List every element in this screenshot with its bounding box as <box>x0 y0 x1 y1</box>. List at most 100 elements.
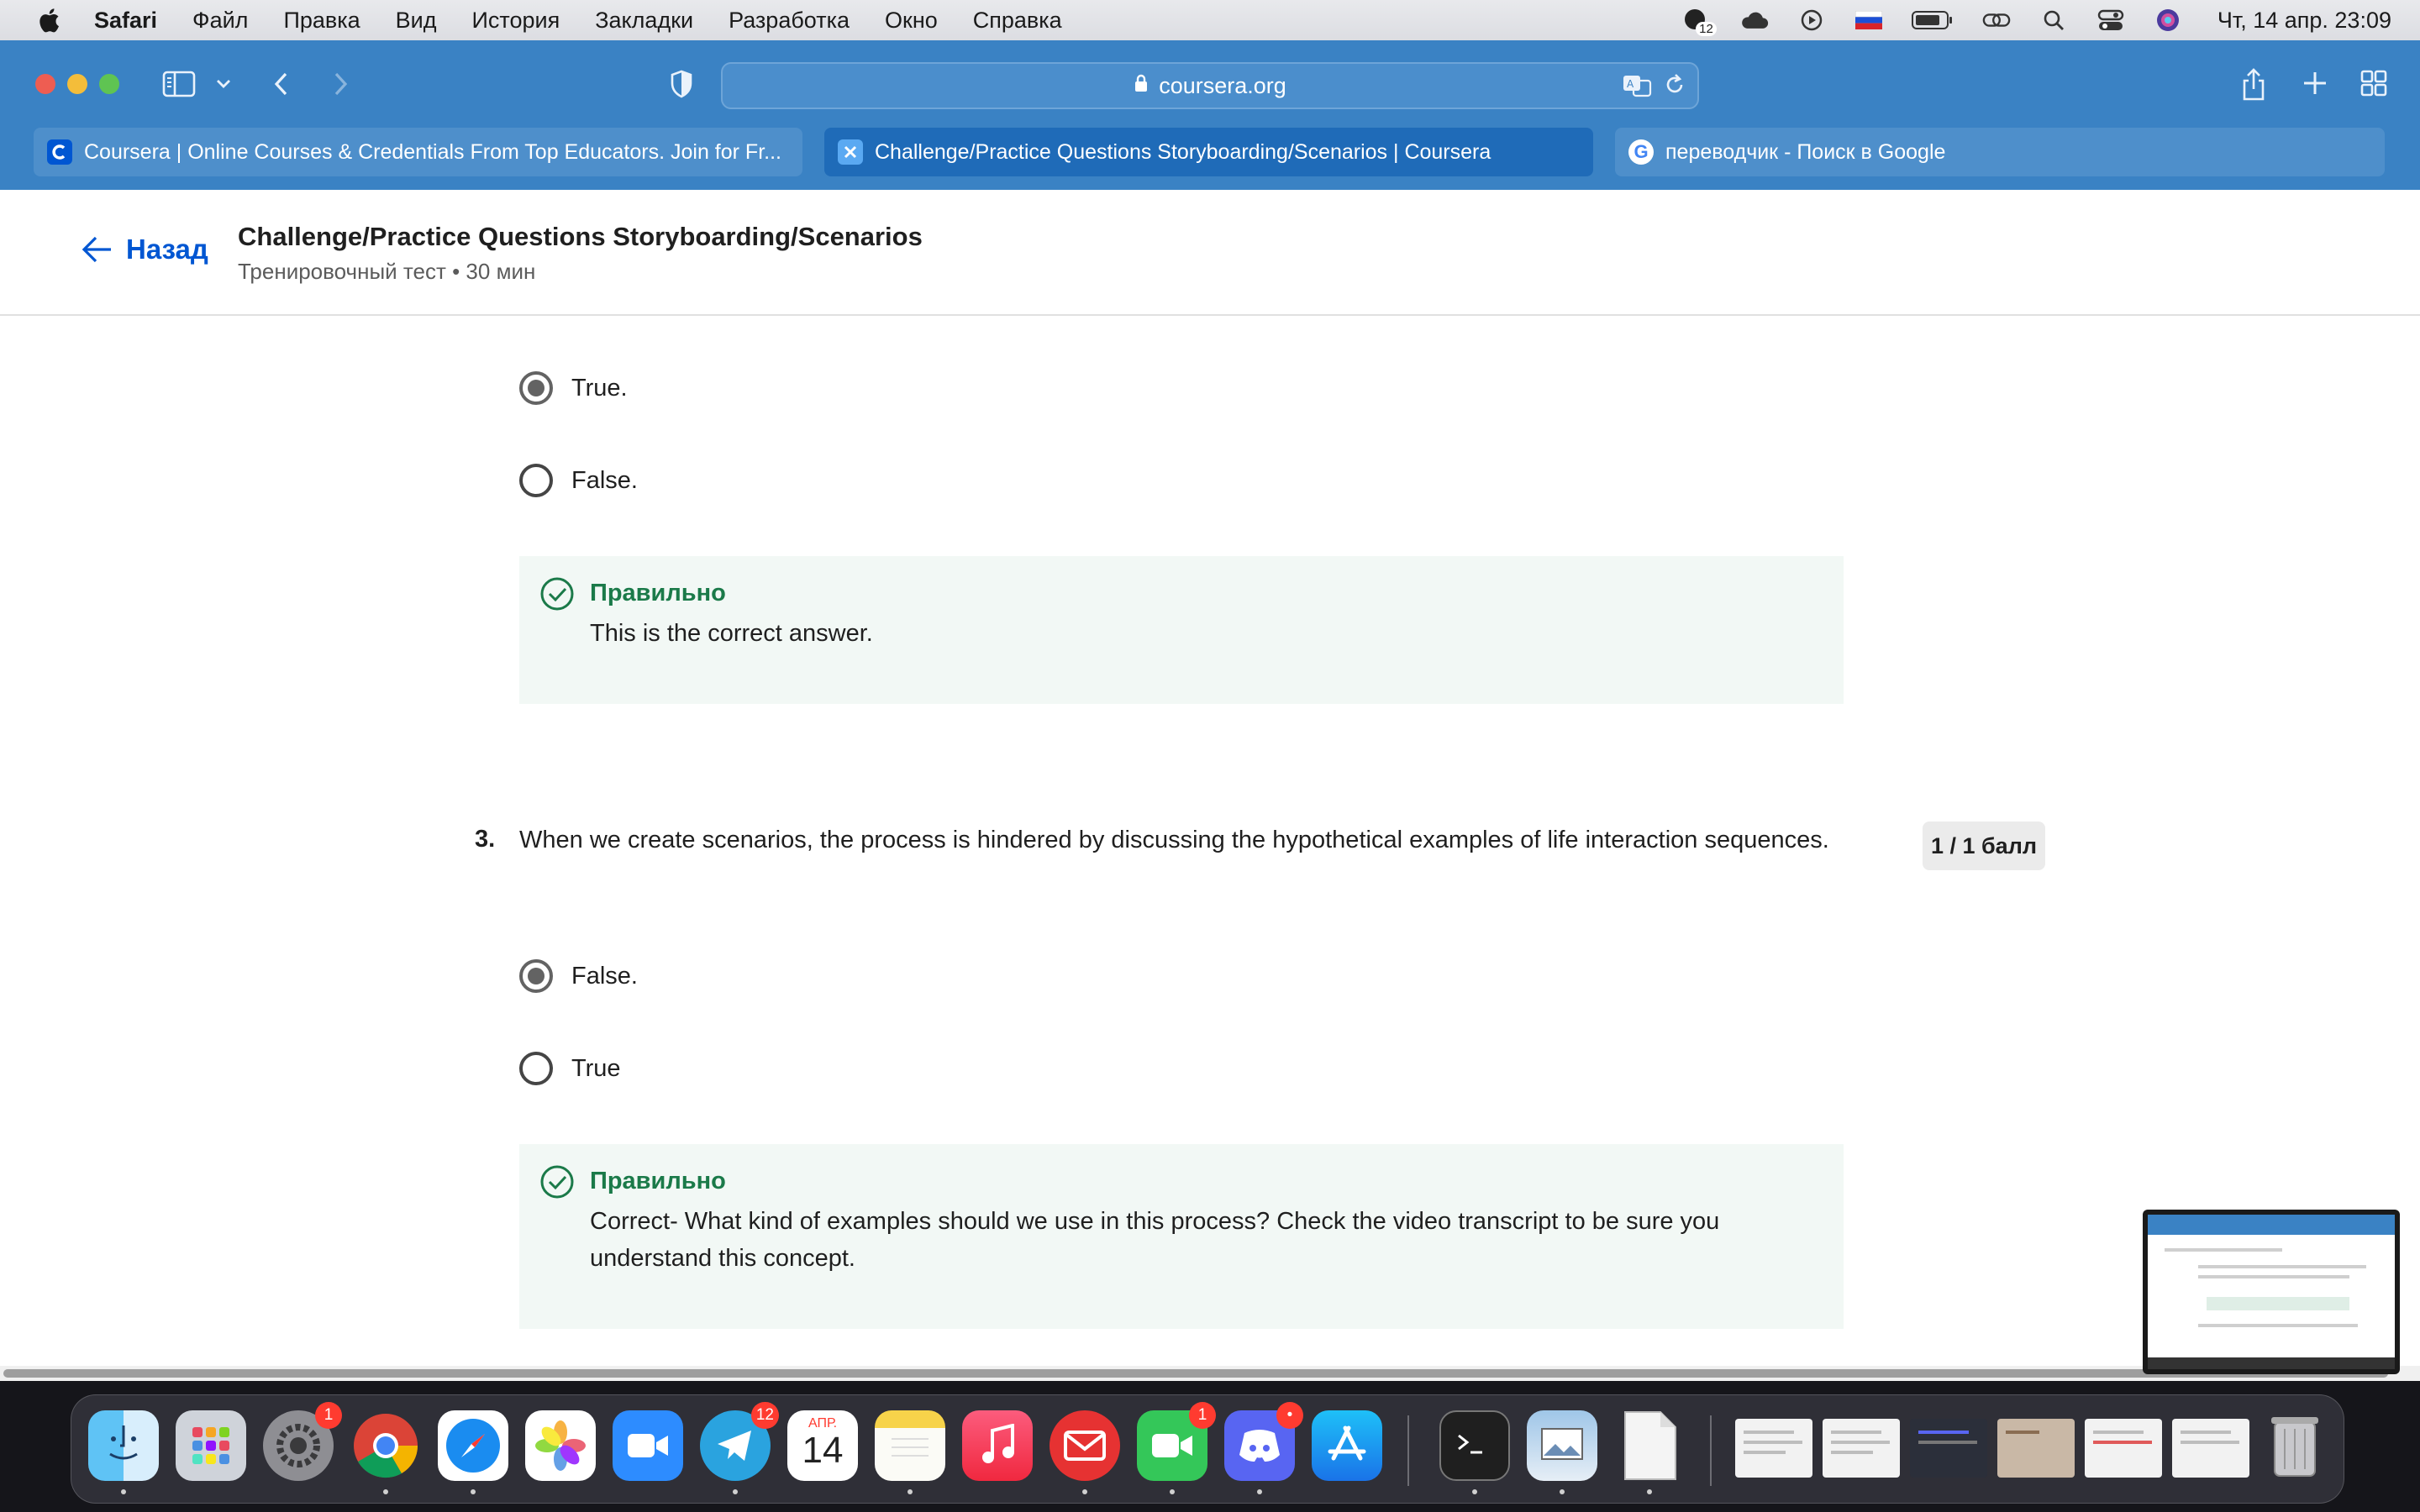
dock-separator <box>1407 1415 1409 1486</box>
dock-preview-icon[interactable] <box>1527 1410 1597 1481</box>
window-zoom-button[interactable] <box>99 74 119 94</box>
dock-safari-icon[interactable] <box>438 1410 508 1481</box>
tab-label: Coursera | Online Courses & Credentials … <box>84 139 781 164</box>
dock-music-icon[interactable] <box>962 1410 1033 1481</box>
status-tray: 12 Чт, 14 апр. 23:09 <box>1655 0 2420 40</box>
radio-selected[interactable] <box>519 959 553 993</box>
translate-icon[interactable]: A <box>1622 72 1652 105</box>
dock-facetime-icon[interactable]: 1 <box>1137 1402 1216 1481</box>
arrow-left-icon <box>82 236 111 263</box>
feedback-title: Правильно <box>590 580 726 606</box>
quiz-header: Назад Challenge/Practice Questions Story… <box>0 190 2420 316</box>
tray-app-icon[interactable]: 12 <box>1683 8 1717 36</box>
spotlight-search-icon[interactable] <box>2039 8 2068 33</box>
forward-arrow-icon[interactable] <box>329 71 353 97</box>
dock-mail-icon[interactable] <box>1050 1410 1120 1481</box>
dock-launchpad-icon[interactable] <box>176 1410 246 1481</box>
back-arrow-icon[interactable] <box>269 71 292 97</box>
menu-develop[interactable]: Разработка <box>729 8 850 34</box>
tab-overview-icon[interactable] <box>2360 69 2388 97</box>
apple-menu-icon[interactable] <box>35 6 60 34</box>
share-icon[interactable] <box>2238 66 2269 102</box>
svg-text:A: A <box>1627 78 1634 90</box>
dock-minimized-window[interactable] <box>1823 1419 1900 1478</box>
dock-system-settings-icon[interactable]: 1 <box>263 1402 342 1481</box>
notification-badge: • <box>1276 1402 1303 1429</box>
menu-file[interactable]: Файл <box>192 8 248 34</box>
radio-unselected[interactable] <box>519 464 553 497</box>
menu-view[interactable]: Вид <box>396 8 437 34</box>
q2-option-false[interactable]: False. <box>519 464 638 497</box>
q3-option-true[interactable]: True <box>519 1052 621 1085</box>
menu-bookmarks[interactable]: Закладки <box>595 8 693 34</box>
dock-discord-icon[interactable]: • <box>1224 1402 1303 1481</box>
dock-notes-icon[interactable] <box>875 1410 945 1481</box>
q2-option-true[interactable]: True. <box>519 371 628 405</box>
running-indicator <box>908 1489 913 1494</box>
tab-label: Challenge/Practice Questions Storyboardi… <box>875 139 1491 164</box>
privacy-shield-icon[interactable] <box>669 69 694 99</box>
running-indicator <box>1082 1489 1087 1494</box>
radio-selected[interactable] <box>519 371 553 405</box>
running-indicator <box>1170 1489 1175 1494</box>
window-close-button[interactable] <box>35 74 55 94</box>
battery-icon[interactable] <box>1911 8 1954 33</box>
dock-app-store-icon[interactable] <box>1312 1410 1382 1481</box>
dock-minimized-window[interactable] <box>1997 1419 2075 1478</box>
feedback-text: Correct- What kind of examples should we… <box>590 1208 1720 1272</box>
notification-badge: 1 <box>315 1402 342 1429</box>
dock-terminal-icon[interactable] <box>1439 1410 1510 1481</box>
tab-practice-questions[interactable]: Challenge/Practice Questions Storyboardi… <box>824 128 1593 176</box>
dock-document-icon[interactable] <box>1614 1410 1685 1481</box>
menu-app-name[interactable]: Safari <box>94 8 157 34</box>
dock-separator <box>1710 1415 1712 1486</box>
dock-telegram-icon[interactable]: 12 <box>700 1402 779 1481</box>
screenshot-preview-thumbnail[interactable] <box>2143 1210 2400 1374</box>
control-center-icon[interactable] <box>2096 8 2125 33</box>
chevron-down-icon[interactable] <box>213 74 234 94</box>
menu-history[interactable]: История <box>472 8 560 34</box>
tab-google-translate-search[interactable]: G переводчик - Поиск в Google <box>1615 128 2385 176</box>
dock-trash-icon[interactable] <box>2260 1410 2330 1481</box>
siri-icon[interactable] <box>2154 8 2182 33</box>
window-minimize-button[interactable] <box>67 74 87 94</box>
new-tab-plus-icon[interactable] <box>2301 69 2329 97</box>
dock-zoom-icon[interactable] <box>613 1410 683 1481</box>
horizontal-scrollbar[interactable] <box>0 1366 2420 1381</box>
dock-minimized-window[interactable] <box>1735 1419 1812 1478</box>
option-label: True. <box>571 374 628 402</box>
radio-unselected[interactable] <box>519 1052 553 1085</box>
menu-help[interactable]: Справка <box>973 8 1062 34</box>
menu-edit[interactable]: Правка <box>283 8 360 34</box>
coursera-favicon-icon <box>47 139 72 165</box>
link-icon[interactable] <box>1982 8 2011 33</box>
scrollbar-thumb[interactable] <box>3 1369 2388 1378</box>
feedback-text: This is the correct answer. <box>590 620 873 647</box>
sidebar-toggle-icon[interactable] <box>161 69 197 99</box>
question-text: When we create scenarios, the process is… <box>519 827 1829 853</box>
back-button[interactable]: Назад <box>81 234 208 265</box>
browser-toolbar: coursera.org A Coursera | Online Courses… <box>0 40 2420 190</box>
reload-icon[interactable] <box>1664 72 1686 105</box>
running-indicator <box>1647 1489 1652 1494</box>
dock-chrome-icon[interactable] <box>350 1410 421 1481</box>
dock-minimized-window[interactable] <box>2172 1419 2249 1478</box>
address-bar[interactable]: coursera.org A <box>721 62 1699 109</box>
tab-bar: Coursera | Online Courses & Credentials … <box>34 128 2386 176</box>
dock-finder-icon[interactable] <box>88 1410 159 1481</box>
cloud-icon[interactable] <box>1740 8 1769 33</box>
russian-flag-icon[interactable] <box>1854 8 1883 33</box>
coursera-quiz-favicon-icon <box>838 139 863 165</box>
q3-feedback-box: Правильно Correct- What kind of examples… <box>519 1144 1844 1329</box>
dock-minimized-window[interactable] <box>1910 1419 1987 1478</box>
menubar-clock[interactable]: Чт, 14 апр. 23:09 <box>2217 8 2391 34</box>
menu-window[interactable]: Окно <box>885 8 938 34</box>
dock-photos-icon[interactable] <box>525 1410 596 1481</box>
dock-minimized-window[interactable] <box>2085 1419 2162 1478</box>
play-circle-icon[interactable] <box>1797 8 1826 33</box>
q3-option-false[interactable]: False. <box>519 959 638 993</box>
calendar-day: 14 <box>802 1430 844 1471</box>
tab-coursera-home[interactable]: Coursera | Online Courses & Credentials … <box>34 128 802 176</box>
dock-calendar-icon[interactable]: АПР. 14 <box>787 1410 858 1481</box>
check-circle-icon <box>540 1165 574 1199</box>
